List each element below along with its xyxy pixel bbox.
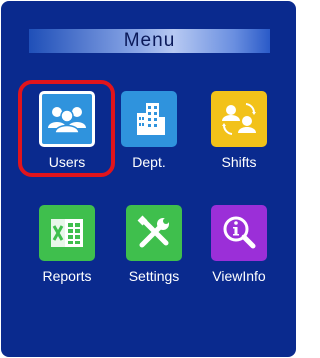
- tools-icon: [126, 205, 182, 261]
- menu-item-label: Users: [48, 154, 86, 170]
- users-icon: [39, 91, 95, 147]
- menu-item-viewinfo[interactable]: ViewInfo: [195, 199, 283, 291]
- menu-screen: Menu Users Dept. Shifts Reports Settings…: [1, 1, 296, 357]
- menu-item-reports[interactable]: Reports: [23, 199, 111, 291]
- spreadsheet-icon: [39, 205, 95, 261]
- menu-title: Menu: [123, 30, 176, 51]
- menu-item-label: ViewInfo: [212, 268, 266, 284]
- menu-item-dept[interactable]: Dept.: [105, 85, 193, 177]
- menu-item-label: Reports: [42, 268, 92, 284]
- menu-item-label: Shifts: [221, 154, 257, 170]
- shift-swap-icon: [211, 91, 267, 147]
- magnifier-info-icon: [211, 205, 267, 261]
- menu-item-settings[interactable]: Settings: [110, 199, 198, 291]
- menu-item-users[interactable]: Users: [23, 85, 111, 177]
- menu-item-label: Settings: [128, 268, 180, 284]
- menu-title-bar: Menu: [29, 29, 270, 53]
- menu-item-shifts[interactable]: Shifts: [195, 85, 283, 177]
- building-icon: [121, 91, 177, 147]
- menu-item-label: Dept.: [132, 154, 166, 170]
